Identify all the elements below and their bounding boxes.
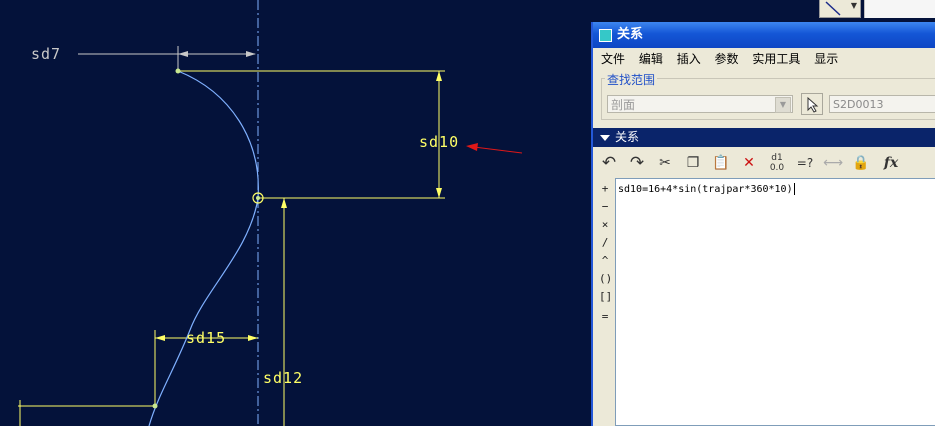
relations-section-title: 关系 [615, 130, 640, 144]
sd7-arrow-right [246, 51, 256, 57]
view-dropdown[interactable]: ▼ [819, 0, 861, 18]
sd12-arrow-top [281, 198, 287, 208]
operator-column: + − × / ^ () [] = [593, 178, 615, 426]
copy-icon[interactable]: ❐ [683, 153, 703, 173]
sort-icon[interactable]: ⟷ [823, 153, 843, 173]
sd15-arrow-right [248, 335, 258, 341]
operator-minus[interactable]: − [599, 200, 611, 213]
sd15-arrow-left [155, 335, 165, 341]
menu-display[interactable]: 显示 [814, 52, 838, 66]
menu-bar: 文件 编辑 插入 参数 实用工具 显示 [593, 48, 935, 70]
scope-value-field[interactable]: S2D0013 [829, 95, 935, 113]
menu-parameters[interactable]: 参数 [715, 52, 739, 66]
sd10-arrow-bottom [436, 188, 442, 198]
chevron-down-icon: ▼ [850, 1, 857, 10]
dialog-titlebar[interactable]: 关系 [593, 22, 935, 48]
line-tool-icon [825, 1, 841, 16]
toolbar-area [864, 0, 935, 18]
spline-point-top[interactable] [175, 68, 181, 74]
operator-power[interactable]: ^ [599, 254, 611, 267]
dimension-sd15[interactable]: sd15 [186, 329, 226, 347]
menu-utilities[interactable]: 实用工具 [752, 52, 800, 66]
cursor-arrow-icon [807, 97, 819, 113]
redo-icon[interactable]: ↷ [627, 153, 647, 173]
operator-brackets[interactable]: [] [599, 290, 612, 303]
relations-dialog: 关系 文件 编辑 插入 参数 实用工具 显示 查找范围 剖面 ▼ S2D0013… [591, 22, 935, 426]
verify-icon[interactable]: =? [795, 153, 815, 173]
dialog-title: 关系 [617, 27, 644, 42]
menu-file[interactable]: 文件 [601, 52, 625, 66]
sd10-arrow-top [436, 71, 442, 81]
locals-icon[interactable]: 🔒 [851, 153, 871, 173]
menu-edit[interactable]: 编辑 [639, 52, 663, 66]
chevron-down-icon: ▼ [775, 97, 791, 113]
red-arrowhead-sd10 [466, 143, 478, 151]
spline-curve[interactable] [148, 70, 259, 426]
scope-type-select[interactable]: 剖面 ▼ [607, 95, 793, 113]
cut-icon[interactable]: ✂ [655, 153, 675, 173]
red-arrow-sd10 [473, 146, 523, 154]
app-icon [599, 29, 612, 42]
sd7-arrow-left [178, 51, 188, 57]
spline-point-bottom[interactable] [152, 403, 158, 409]
search-scope-label: 查找范围 [605, 71, 658, 88]
operator-divide[interactable]: / [599, 236, 611, 249]
undo-icon[interactable]: ↶ [599, 153, 619, 173]
dimension-sd10[interactable]: sd10 [419, 133, 459, 151]
operator-plus[interactable]: + [599, 182, 611, 195]
operator-equals[interactable]: = [599, 310, 611, 323]
scope-type-value: 剖面 [611, 98, 636, 112]
operator-parentheses[interactable]: () [599, 272, 612, 285]
relations-toolbar: ↶ ↷ ✂ ❐ 📋 ✕ d1 0.0 =? ⟷ 🔒 fx [593, 149, 935, 177]
operator-multiply[interactable]: × [599, 218, 611, 231]
relation-text: sd10=16+4*sin(trajpar*360*10) [618, 184, 793, 195]
relations-editor[interactable]: sd10=16+4*sin(trajpar*360*10) [615, 178, 935, 426]
dimension-sd12[interactable]: sd12 [263, 369, 303, 387]
spline-point-mid [256, 196, 260, 200]
relation-line[interactable]: sd10=16+4*sin(trajpar*360*10) [618, 183, 795, 195]
menu-insert[interactable]: 插入 [677, 52, 701, 66]
function-icon[interactable]: fx [881, 153, 901, 173]
dimension-sd7[interactable]: sd7 [31, 45, 61, 63]
text-caret [793, 183, 795, 195]
relations-section-header[interactable]: 关系 [593, 128, 935, 147]
select-entity-button[interactable] [801, 93, 823, 115]
paste-icon[interactable]: 📋 [711, 153, 731, 173]
delete-icon[interactable]: ✕ [739, 153, 759, 173]
display-values-icon[interactable]: d1 0.0 [767, 153, 787, 173]
collapse-triangle-icon [600, 135, 610, 141]
